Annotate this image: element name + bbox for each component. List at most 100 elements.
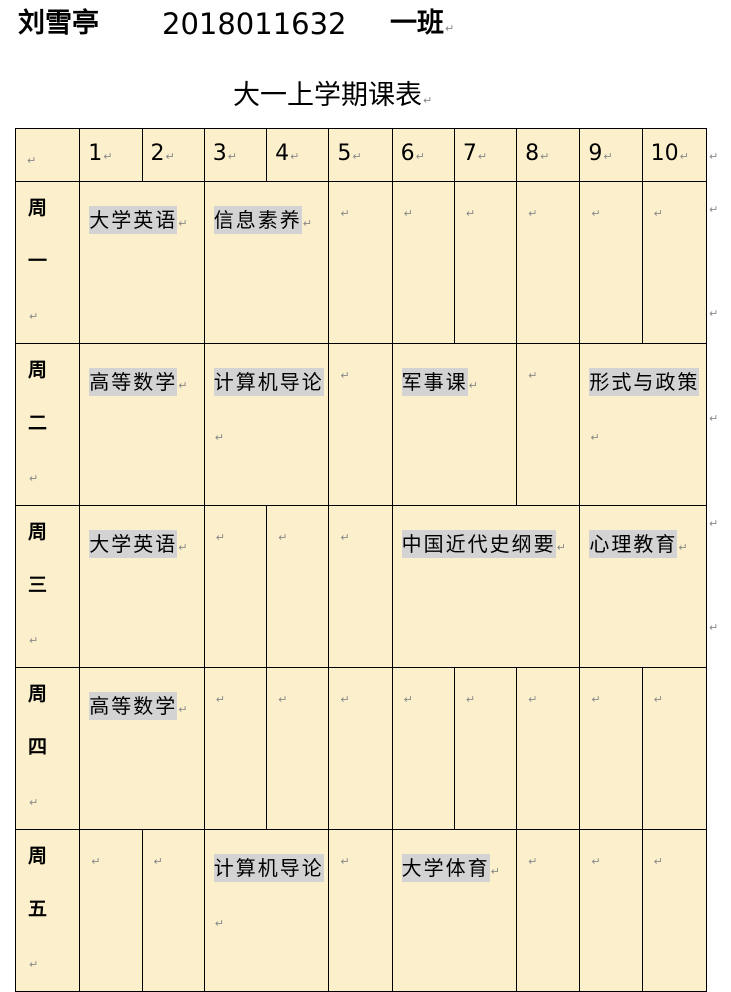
paragraph-mark-icon: ↵ — [709, 412, 719, 425]
course-cell: 计算机导论↵ — [203, 829, 330, 992]
empty-cell: ↵ — [579, 667, 643, 830]
empty-cell: ↵ — [641, 829, 708, 992]
paragraph-mark-icon: ↵ — [214, 917, 225, 930]
paragraph-mark-icon: ↵ — [591, 207, 601, 220]
empty-cell: ↵ — [328, 505, 393, 668]
paragraph-mark-icon: ↵ — [465, 207, 476, 220]
paragraph-mark-icon: ↵ — [91, 855, 101, 868]
paragraph-mark-icon: ↵ — [709, 307, 719, 320]
day-label-tuesday: 周二↵ — [14, 343, 81, 506]
paragraph-mark-icon: ↵ — [340, 369, 350, 382]
paragraph-mark-icon: ↵ — [528, 207, 538, 220]
paragraph-mark-icon: ↵ — [653, 855, 663, 868]
empty-cell: ↵ — [141, 829, 205, 992]
paragraph-mark-icon: ↵ — [468, 379, 478, 392]
period-header-10: 10↵ — [641, 128, 708, 182]
paragraph-mark-icon: ↵ — [528, 693, 538, 706]
paragraph-mark-icon: ↵ — [340, 693, 350, 706]
empty-cell: ↵ — [328, 829, 393, 992]
empty-cell: ↵ — [579, 829, 643, 992]
course-cell: 大学体育↵ — [391, 829, 518, 992]
course-cell: 信息素养↵ — [203, 181, 330, 344]
paragraph-mark-icon: ↵ — [340, 531, 350, 544]
course-cell: 中国近代史纲要↵ — [391, 505, 581, 668]
day-row-tuesday: 周二↵ 高等数学↵ 计算机导论↵ ↵ 军事课↵ ↵ 形式与政策↵ — [14, 343, 707, 506]
paragraph-mark-icon: ↵ — [178, 703, 188, 716]
empty-cell: ↵ — [391, 181, 455, 344]
course-cell: 大学英语↵ — [79, 505, 205, 668]
course-cell: 军事课↵ — [391, 343, 518, 506]
day-row-wednesday: 周三↵ 大学英语↵ ↵ ↵ ↵ 中国近代史纲要↵ 心理教育↵ — [14, 505, 707, 668]
paragraph-mark-icon: ↵ — [165, 150, 175, 163]
day-row-monday: 周一↵ 大学英语↵ 信息素养↵ ↵ ↵ ↵ ↵ ↵ ↵ — [14, 181, 708, 344]
period-header-4: 4↵ — [266, 128, 330, 182]
paragraph-mark-icon: ↵ — [29, 634, 39, 647]
empty-cell: ↵ — [453, 667, 518, 830]
empty-cell: ↵ — [516, 181, 581, 344]
empty-cell: ↵ — [266, 505, 330, 668]
course-cell: 高等数学↵ — [79, 343, 205, 506]
period-header-row: ↵ 1↵ 2↵ 3↵ 4↵ 5↵ 6↵ 7↵ 8↵ 9↵ 10↵ — [14, 128, 708, 182]
corner-cell: ↵ — [14, 128, 81, 182]
period-header-8: 8↵ — [516, 128, 581, 182]
paragraph-mark-icon: ↵ — [178, 541, 188, 554]
paragraph-mark-icon: ↵ — [278, 693, 288, 706]
paragraph-mark-icon: ↵ — [678, 541, 688, 554]
class-name: 一班↵ — [390, 8, 455, 39]
paragraph-mark-icon: ↵ — [214, 431, 225, 444]
paragraph-mark-icon: ↵ — [153, 855, 163, 868]
paragraph-mark-icon: ↵ — [477, 150, 488, 163]
empty-cell: ↵ — [516, 667, 581, 830]
paragraph-mark-icon: ↵ — [709, 203, 719, 216]
paragraph-mark-icon: ↵ — [490, 865, 500, 878]
paragraph-mark-icon: ↵ — [29, 958, 39, 971]
page-title: 大一上学期课表↵ — [233, 80, 433, 111]
empty-cell: ↵ — [328, 343, 393, 506]
course-cell: 大学英语↵ — [79, 181, 205, 344]
paragraph-mark-icon: ↵ — [653, 207, 663, 220]
period-header-1: 1↵ — [79, 128, 143, 182]
day-label-thursday: 周四↵ — [14, 667, 81, 830]
paragraph-mark-icon: ↵ — [709, 150, 719, 163]
paragraph-mark-icon: ↵ — [29, 796, 39, 809]
paragraph-mark-icon: ↵ — [528, 369, 538, 382]
empty-cell: ↵ — [328, 667, 393, 830]
timetable: ↵ 1↵ 2↵ 3↵ 4↵ 5↵ 6↵ 7↵ 8↵ 9↵ 10↵ 周一↵ 大学英… — [14, 128, 708, 992]
paragraph-mark-icon: ↵ — [591, 693, 601, 706]
period-header-3: 3↵ — [203, 128, 268, 182]
course-cell: 形式与政策↵ — [579, 343, 707, 506]
paragraph-mark-icon: ↵ — [103, 150, 113, 163]
student-id: 2018011632 — [162, 7, 347, 41]
day-row-thursday: 周四↵ 高等数学↵ ↵ ↵ ↵ ↵ ↵ ↵ ↵ ↵ — [14, 667, 708, 830]
paragraph-mark-icon: ↵ — [340, 207, 350, 220]
paragraph-mark-icon: ↵ — [27, 154, 37, 167]
empty-cell: ↵ — [641, 181, 708, 344]
empty-cell: ↵ — [516, 343, 581, 506]
paragraph-mark-icon: ↵ — [352, 150, 362, 163]
paragraph-mark-icon: ↵ — [290, 150, 300, 163]
period-header-5: 5↵ — [328, 128, 393, 182]
paragraph-mark-icon: ↵ — [302, 217, 313, 230]
empty-cell: ↵ — [79, 829, 143, 992]
empty-cell: ↵ — [266, 667, 330, 830]
paragraph-mark-icon: ↵ — [603, 150, 613, 163]
empty-cell: ↵ — [516, 829, 581, 992]
paragraph-mark-icon: ↵ — [556, 541, 566, 554]
course-cell: 高等数学↵ — [79, 667, 205, 830]
empty-cell: ↵ — [203, 505, 268, 668]
paragraph-mark-icon: ↵ — [709, 517, 719, 530]
period-header-2: 2↵ — [141, 128, 205, 182]
paragraph-mark-icon: ↵ — [653, 693, 663, 706]
course-cell: 心理教育↵ — [579, 505, 707, 668]
empty-cell: ↵ — [641, 667, 708, 830]
paragraph-mark-icon: ↵ — [528, 855, 538, 868]
empty-cell: ↵ — [203, 667, 268, 830]
paragraph-mark-icon: ↵ — [590, 431, 600, 444]
paragraph-mark-icon: ↵ — [278, 531, 288, 544]
paragraph-mark-icon: ↵ — [227, 150, 238, 163]
paragraph-mark-icon: ↵ — [215, 693, 226, 706]
empty-cell: ↵ — [391, 667, 455, 830]
student-name: 刘雪亭 — [18, 8, 99, 39]
paragraph-mark-icon: ↵ — [403, 207, 413, 220]
day-label-friday: 周五↵ — [14, 829, 81, 992]
